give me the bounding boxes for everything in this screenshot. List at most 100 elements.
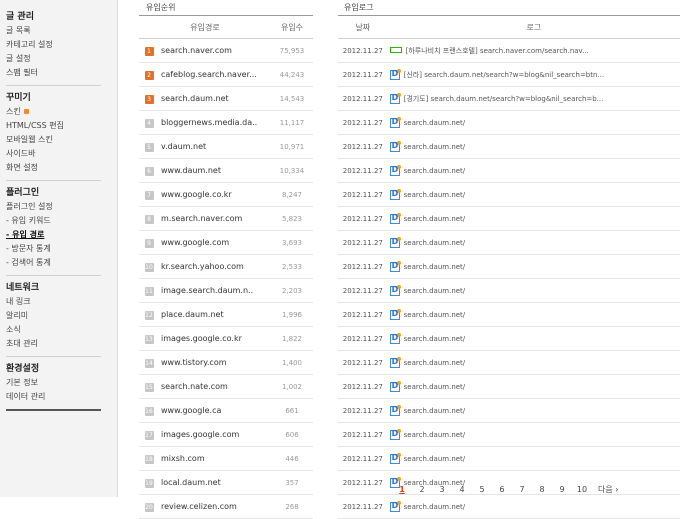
table-row[interactable]: 2012.11.27 search.daum.net/	[338, 134, 680, 159]
log-entry[interactable]: search.daum.net/	[387, 230, 680, 255]
referrer-domain[interactable]: place.daum.net	[159, 302, 271, 327]
table-row[interactable]: 2012.11.27 search.daum.net/	[338, 422, 680, 447]
referrer-domain[interactable]: www.google.com	[159, 230, 271, 255]
table-row[interactable]: 2012.11.27 search.daum.net/	[338, 326, 680, 351]
page-link-9[interactable]: 9	[552, 485, 572, 494]
table-row[interactable]: 2012.11.27 search.daum.net/	[338, 446, 680, 471]
table-row[interactable]: 2012.11.27 search.daum.net/	[338, 398, 680, 423]
table-row[interactable]: 2012.11.27 [하루나비치 프랜스호텔] search.naver.com…	[338, 38, 680, 63]
log-entry[interactable]: search.daum.net/	[387, 278, 680, 303]
page-link-5[interactable]: 5	[472, 485, 492, 494]
log-url[interactable]: search.daum.net/	[404, 287, 466, 295]
log-url[interactable]: [경기도] search.daum.net/search?w=blog&nil_…	[404, 95, 604, 103]
referrer-domain[interactable]: search.naver.com	[159, 38, 271, 63]
log-url[interactable]: search.daum.net/	[404, 311, 466, 319]
log-entry[interactable]: search.daum.net/	[387, 422, 680, 447]
referrer-domain[interactable]: images.google.co.kr	[159, 326, 271, 351]
sidebar-item-sidebar[interactable]: 사이드바	[6, 147, 117, 161]
table-row[interactable]: 13 images.google.co.kr 1,822	[139, 326, 313, 351]
sidebar-item-spam-filter[interactable]: 스팸 필터	[6, 66, 117, 80]
sidebar-item-skin[interactable]: 스킨	[6, 105, 117, 119]
log-url[interactable]: search.daum.net/	[404, 407, 466, 415]
table-row[interactable]: 2012.11.27 search.daum.net/	[338, 254, 680, 279]
log-entry[interactable]: search.daum.net/	[387, 494, 680, 519]
table-row[interactable]: 2012.11.27 search.daum.net/	[338, 374, 680, 399]
sidebar-item-screen-settings[interactable]: 화면 설정	[6, 161, 117, 175]
log-url[interactable]: [하루나비치 프랜스호텔] search.naver.com/search.na…	[406, 47, 589, 55]
page-link-8[interactable]: 8	[532, 485, 552, 494]
log-url[interactable]: search.daum.net/	[404, 455, 466, 463]
table-row[interactable]: 6 www.daum.net 10,334	[139, 158, 313, 183]
sidebar-item-mobile-skin[interactable]: 모바일웹 스킨	[6, 133, 117, 147]
table-row[interactable]: 2012.11.27 search.daum.net/	[338, 494, 680, 519]
sidebar-item-html-css[interactable]: HTML/CSS 편집	[6, 119, 117, 133]
table-row[interactable]: 2 cafeblog.search.naver... 44,243	[139, 62, 313, 87]
table-row[interactable]: 2012.11.27 search.daum.net/	[338, 230, 680, 255]
table-row[interactable]: 2012.11.27 search.daum.net/	[338, 302, 680, 327]
referrer-domain[interactable]: m.search.naver.com	[159, 206, 271, 231]
referrer-domain[interactable]: www.tistory.com	[159, 350, 271, 375]
table-row[interactable]: 12 place.daum.net 1,996	[139, 302, 313, 327]
log-url[interactable]: search.daum.net/	[404, 191, 466, 199]
log-entry[interactable]: search.daum.net/	[387, 110, 680, 135]
table-row[interactable]: 20 review.celizen.com 268	[139, 494, 313, 519]
referrer-domain[interactable]: search.nate.com	[159, 374, 271, 399]
referrer-domain[interactable]: image.search.daum.n..	[159, 278, 271, 303]
log-url[interactable]: search.daum.net/	[404, 431, 466, 439]
referrer-domain[interactable]: kr.search.yahoo.com	[159, 254, 271, 279]
page-link-7[interactable]: 7	[512, 485, 532, 494]
referrer-domain[interactable]: local.daum.net	[159, 470, 271, 495]
log-entry[interactable]: search.daum.net/	[387, 398, 680, 423]
next-page-link[interactable]: 다음 ›	[598, 484, 618, 495]
table-row[interactable]: 1 search.naver.com 75,953	[139, 38, 313, 63]
log-url[interactable]: search.daum.net/	[404, 239, 466, 247]
log-entry[interactable]: search.daum.net/	[387, 302, 680, 327]
table-row[interactable]: 16 www.google.ca 661	[139, 398, 313, 423]
log-entry[interactable]: search.daum.net/	[387, 374, 680, 399]
table-row[interactable]: 2012.11.27 [경기도] search.daum.net/search?w…	[338, 86, 680, 111]
table-row[interactable]: 10 kr.search.yahoo.com 2,533	[139, 254, 313, 279]
table-row[interactable]: 2012.11.27 [신라] search.daum.net/search?w=…	[338, 62, 680, 87]
table-row[interactable]: 15 search.nate.com 1,002	[139, 374, 313, 399]
referrer-domain[interactable]: bloggernews.media.da..	[159, 110, 271, 135]
table-row[interactable]: 2012.11.27 search.daum.net/	[338, 206, 680, 231]
log-entry[interactable]: search.daum.net/	[387, 206, 680, 231]
log-url[interactable]: search.daum.net/	[404, 263, 466, 271]
referrer-domain[interactable]: www.google.ca	[159, 398, 271, 423]
sidebar-item-visitor-stats[interactable]: - 방문자 통계	[6, 242, 117, 256]
referrer-domain[interactable]: images.google.com	[159, 422, 271, 447]
log-entry[interactable]: search.daum.net/	[387, 134, 680, 159]
table-row[interactable]: 4 bloggernews.media.da.. 11,117	[139, 110, 313, 135]
log-entry[interactable]: [경기도] search.daum.net/search?w=blog&nil_…	[387, 86, 680, 111]
sidebar-item-basic-info[interactable]: 기본 정보	[6, 376, 117, 390]
log-url[interactable]: search.daum.net/	[404, 359, 466, 367]
table-row[interactable]: 5 v.daum.net 10,971	[139, 134, 313, 159]
sidebar-item-plugin-settings[interactable]: 플러그인 설정	[6, 200, 117, 214]
log-entry[interactable]: [신라] search.daum.net/search?w=blog&nil_s…	[387, 62, 680, 87]
referrer-domain[interactable]: www.daum.net	[159, 158, 271, 183]
table-row[interactable]: 11 image.search.daum.n.. 2,203	[139, 278, 313, 303]
log-url[interactable]: search.daum.net/	[404, 167, 466, 175]
log-url[interactable]: search.daum.net/	[404, 335, 466, 343]
log-url[interactable]: search.daum.net/	[404, 503, 466, 511]
sidebar-item-notifications[interactable]: 알리미	[6, 309, 117, 323]
sidebar-item-inbound-keywords[interactable]: - 유입 키워드	[6, 214, 117, 228]
log-entry[interactable]: search.daum.net/	[387, 326, 680, 351]
referrer-domain[interactable]: cafeblog.search.naver...	[159, 62, 271, 87]
sidebar-item-inbound-path[interactable]: - 유입 경로	[6, 228, 117, 242]
page-link-3[interactable]: 3	[432, 485, 452, 494]
page-link-1[interactable]: 1	[392, 485, 412, 494]
table-row[interactable]: 2012.11.27 search.daum.net/	[338, 350, 680, 375]
sidebar-item-data-management[interactable]: 데이터 관리	[6, 390, 117, 404]
table-row[interactable]: 2012.11.27 search.daum.net/	[338, 158, 680, 183]
sidebar-item-post-list[interactable]: 글 목록	[6, 24, 117, 38]
referrer-domain[interactable]: review.celizen.com	[159, 494, 271, 519]
sidebar-item-post-settings[interactable]: 글 설정	[6, 52, 117, 66]
table-row[interactable]: 14 www.tistory.com 1,400	[139, 350, 313, 375]
log-entry[interactable]: search.daum.net/	[387, 446, 680, 471]
sidebar-item-news[interactable]: 소식	[6, 323, 117, 337]
table-row[interactable]: 2012.11.27 search.daum.net/	[338, 110, 680, 135]
table-row[interactable]: 7 www.google.co.kr 8,247	[139, 182, 313, 207]
sidebar-item-invites[interactable]: 초대 관리	[6, 337, 117, 351]
log-entry[interactable]: search.daum.net/	[387, 182, 680, 207]
